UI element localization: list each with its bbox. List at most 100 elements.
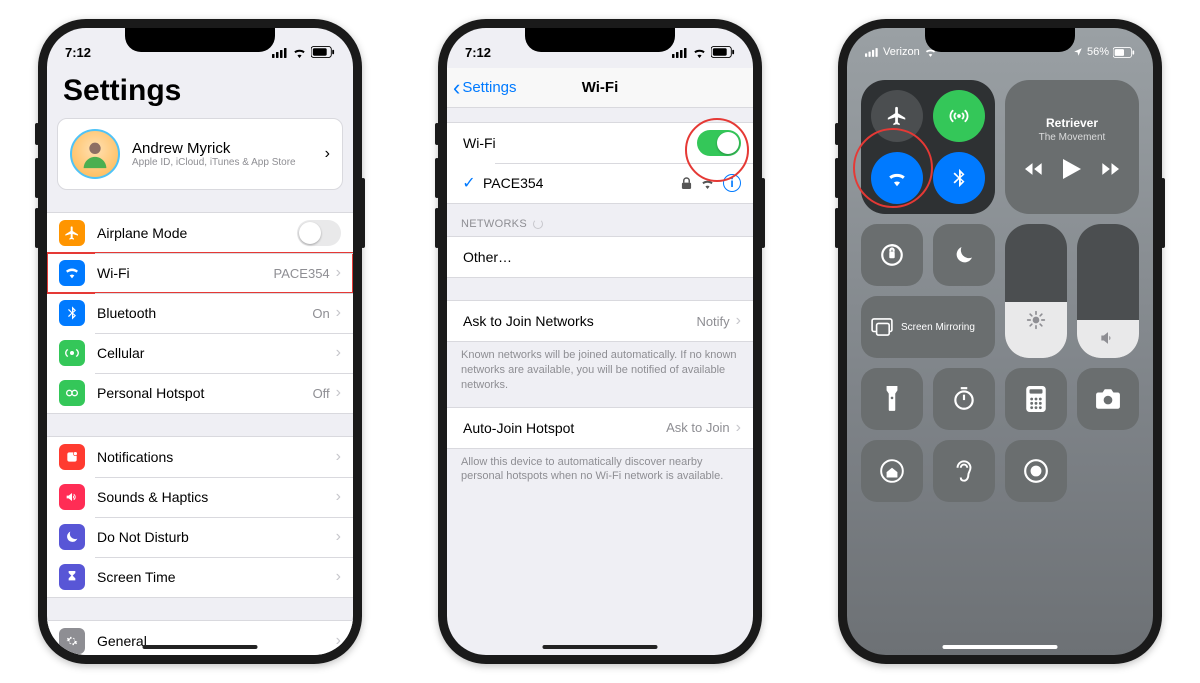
wifi-row[interactable]: Wi-Fi PACE354 ›	[47, 253, 353, 293]
navbar-title: Wi-Fi	[582, 79, 619, 96]
calculator-tile[interactable]	[1005, 368, 1067, 430]
dnd-tile[interactable]	[933, 224, 995, 286]
chevron-right-icon: ›	[336, 264, 341, 282]
wifi-label: Wi-Fi	[97, 265, 274, 281]
ask-join-value: Notify	[696, 314, 729, 329]
control-center-grid: Retriever The Movement	[847, 68, 1153, 514]
checkmark-icon: ✓	[459, 173, 479, 193]
networks-header: NETWORKS	[447, 204, 753, 236]
auto-hotspot-footer: Allow this device to automatically disco…	[447, 449, 753, 499]
status-left: Verizon	[865, 46, 937, 58]
auto-hotspot-group: Auto-Join Hotspot Ask to Join ›	[447, 407, 753, 449]
brightness-slider[interactable]	[1005, 224, 1067, 358]
other-label: Other…	[463, 249, 741, 265]
networks-group: Other…	[447, 236, 753, 278]
home-indicator[interactable]	[143, 645, 258, 649]
carrier-label: Verizon	[883, 46, 920, 58]
screentime-row[interactable]: Screen Time ›	[47, 557, 353, 597]
cellular-label: Cellular	[97, 345, 336, 361]
notifications-row[interactable]: Notifications ›	[47, 437, 353, 477]
bluetooth-icon	[59, 300, 85, 326]
flashlight-tile[interactable]	[861, 368, 923, 430]
back-label: Settings	[462, 79, 516, 96]
cellular-icon	[59, 340, 85, 366]
cellular-icon	[272, 47, 288, 58]
mirror-icon	[871, 318, 893, 336]
sounds-row[interactable]: Sounds & Haptics ›	[47, 477, 353, 517]
bluetooth-icon	[948, 167, 970, 189]
hotspot-value: Off	[313, 386, 330, 401]
wifi-toggle[interactable]	[697, 130, 741, 156]
bluetooth-toggle[interactable]	[933, 152, 985, 204]
wifi-icon	[59, 260, 85, 286]
forward-icon[interactable]	[1099, 161, 1119, 177]
wifi-toggle[interactable]	[871, 152, 923, 204]
ask-join-footer: Known networks will be joined automatica…	[447, 342, 753, 407]
sounds-label: Sounds & Haptics	[97, 489, 336, 505]
screentime-label: Screen Time	[97, 569, 336, 585]
airplane-toggle[interactable]	[297, 220, 341, 246]
airplane-mode-row[interactable]: Airplane Mode	[47, 213, 353, 253]
notification-group: Notifications › Sounds & Haptics › Do No…	[47, 436, 353, 598]
home-indicator[interactable]	[543, 645, 658, 649]
airplane-toggle[interactable]	[871, 90, 923, 142]
iphone-control-center: Verizon 56%	[838, 19, 1162, 664]
apple-id-row[interactable]: Andrew Myrick Apple ID, iCloud, iTunes &…	[58, 119, 342, 189]
other-network-row[interactable]: Other…	[447, 237, 753, 277]
chevron-right-icon: ›	[736, 312, 741, 330]
bluetooth-row[interactable]: Bluetooth On ›	[47, 293, 353, 333]
bluetooth-value: On	[312, 306, 329, 321]
dnd-row[interactable]: Do Not Disturb ›	[47, 517, 353, 557]
now-playing-tile[interactable]: Retriever The Movement	[1005, 80, 1139, 214]
chevron-right-icon: ›	[336, 568, 341, 586]
connected-network-label: PACE354	[483, 175, 681, 191]
airplane-icon	[886, 105, 908, 127]
airplane-icon	[59, 220, 85, 246]
wifi-icon	[886, 167, 908, 189]
orientation-lock-tile[interactable]	[861, 224, 923, 286]
battery-icon	[1113, 47, 1135, 58]
airplane-label: Airplane Mode	[97, 225, 297, 241]
notifications-label: Notifications	[97, 449, 336, 465]
screen-record-tile[interactable]	[1005, 440, 1067, 502]
bluetooth-label: Bluetooth	[97, 305, 312, 321]
screen-mirroring-tile[interactable]: Screen Mirroring	[861, 296, 995, 358]
media-subtitle: The Movement	[1039, 132, 1106, 143]
rewind-icon[interactable]	[1025, 161, 1045, 177]
wifi-main-group: Wi-Fi ✓ PACE354 i	[447, 122, 753, 204]
sun-icon	[1026, 310, 1046, 330]
hourglass-icon	[59, 564, 85, 590]
hearing-tile[interactable]	[933, 440, 995, 502]
profile-name: Andrew Myrick	[132, 140, 325, 157]
volume-slider[interactable]	[1077, 224, 1139, 358]
cellular-toggle[interactable]	[933, 90, 985, 142]
connectivity-tile	[861, 80, 995, 214]
wifi-toggle-row[interactable]: Wi-Fi	[447, 123, 753, 163]
chevron-right-icon: ›	[336, 304, 341, 322]
play-icon[interactable]	[1063, 159, 1081, 179]
back-button[interactable]: ‹ Settings	[453, 79, 517, 96]
timer-tile[interactable]	[933, 368, 995, 430]
status-right: 56%	[1073, 46, 1135, 58]
cellular-row[interactable]: Cellular ›	[47, 333, 353, 373]
profile-sub: Apple ID, iCloud, iTunes & App Store	[132, 157, 325, 168]
camera-tile[interactable]	[1077, 368, 1139, 430]
cellular-icon	[865, 47, 879, 57]
connected-network-row[interactable]: ✓ PACE354 i	[447, 163, 753, 203]
auto-hotspot-row[interactable]: Auto-Join Hotspot Ask to Join ›	[447, 408, 753, 448]
ask-join-row[interactable]: Ask to Join Networks Notify ›	[447, 301, 753, 341]
home-tile[interactable]	[861, 440, 923, 502]
timer-icon	[951, 386, 977, 412]
general-row[interactable]: General ›	[47, 621, 353, 655]
home-indicator[interactable]	[943, 645, 1058, 649]
status-time: 7:12	[465, 45, 491, 60]
battery-percent: 56%	[1087, 46, 1109, 58]
info-icon[interactable]: i	[723, 174, 741, 192]
notch	[925, 28, 1075, 52]
auto-hotspot-label: Auto-Join Hotspot	[463, 420, 666, 436]
lock-icon	[681, 177, 692, 190]
apple-id-group: Andrew Myrick Apple ID, iCloud, iTunes &…	[57, 118, 343, 190]
hotspot-row[interactable]: Personal Hotspot Off ›	[47, 373, 353, 413]
connectivity-group: Airplane Mode Wi-Fi PACE354 › Bluetooth …	[47, 212, 353, 414]
ask-join-group: Ask to Join Networks Notify ›	[447, 300, 753, 342]
